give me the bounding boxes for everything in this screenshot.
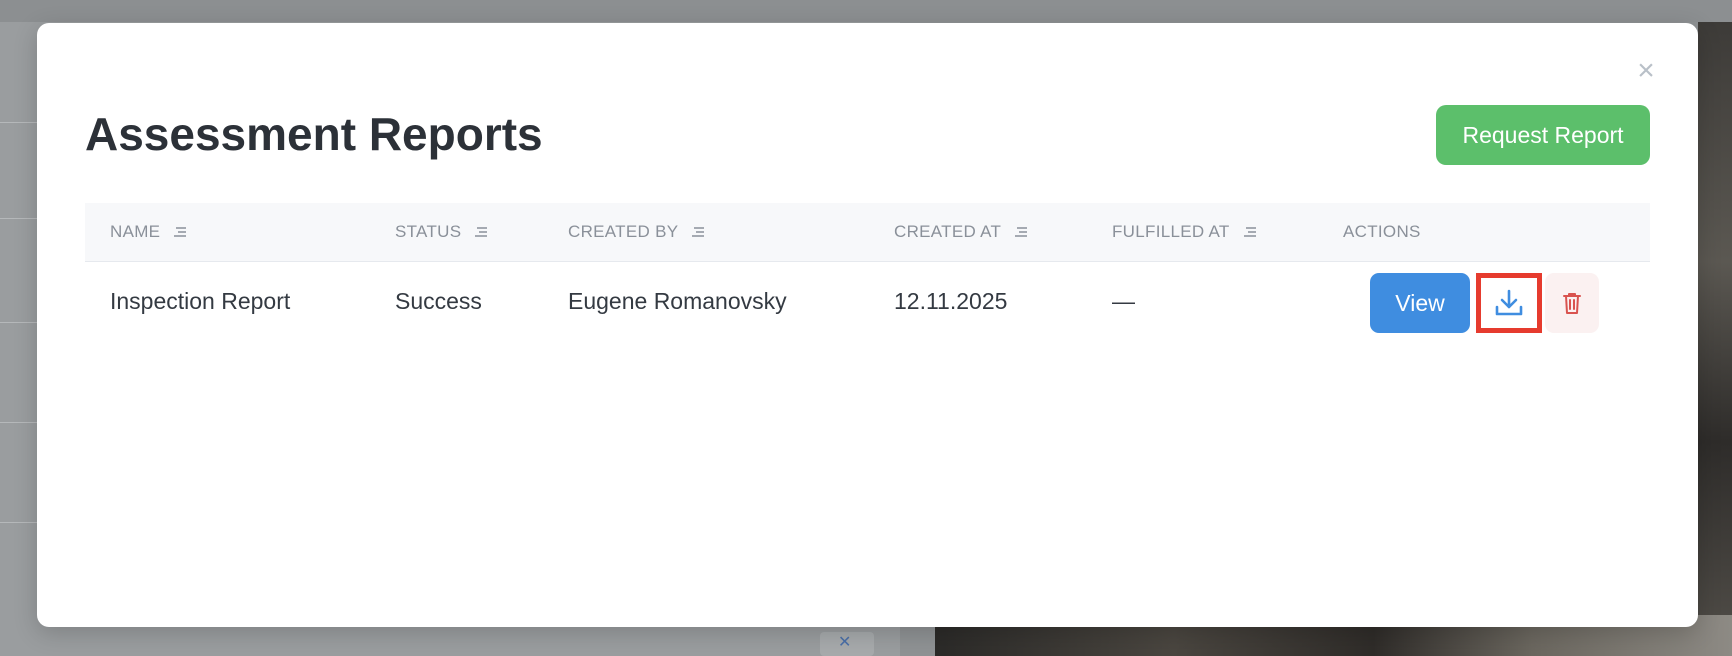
download-icon xyxy=(1495,289,1523,316)
cell-status: Success xyxy=(395,287,482,314)
cell-name: Inspection Report xyxy=(110,287,291,314)
column-header-status[interactable]: STATUS xyxy=(395,203,488,261)
trash-icon xyxy=(1563,293,1581,314)
column-header-name[interactable]: NAME xyxy=(110,203,187,261)
background-close-chip xyxy=(820,632,874,656)
reports-table: NAME STATUS CREATED BY CREATED AT FULFIL… xyxy=(85,203,1650,340)
sort-icon xyxy=(174,227,187,237)
cell-created-by: Eugene Romanovsky xyxy=(568,287,787,314)
column-header-created-by[interactable]: CREATED BY xyxy=(568,203,705,261)
delete-button[interactable] xyxy=(1545,273,1599,333)
column-header-created-at[interactable]: CREATED AT xyxy=(894,203,1028,261)
table-row: Inspection Report Success Eugene Romanov… xyxy=(85,262,1650,340)
sort-icon xyxy=(475,227,488,237)
cell-created-at: 12.11.2025 xyxy=(894,287,1008,314)
table-header: NAME STATUS CREATED BY CREATED AT FULFIL… xyxy=(85,203,1650,262)
sort-icon xyxy=(1015,227,1028,237)
close-icon[interactable]: × xyxy=(1632,56,1660,86)
column-header-fulfilled-at[interactable]: FULFILLED AT xyxy=(1112,203,1256,261)
sort-icon xyxy=(692,227,705,237)
sort-icon xyxy=(1243,227,1256,237)
background-top-bar xyxy=(0,0,1732,22)
download-button[interactable] xyxy=(1476,273,1542,333)
background-map xyxy=(1698,22,1732,622)
cell-fulfilled-at: — xyxy=(1112,287,1135,314)
request-report-button[interactable]: Request Report xyxy=(1436,105,1650,165)
view-button[interactable]: View xyxy=(1370,273,1470,333)
modal-title: Assessment Reports xyxy=(85,108,543,160)
assessment-reports-modal: × Assessment Reports Request Report NAME… xyxy=(37,23,1698,627)
column-header-actions: ACTIONS xyxy=(1343,222,1421,241)
